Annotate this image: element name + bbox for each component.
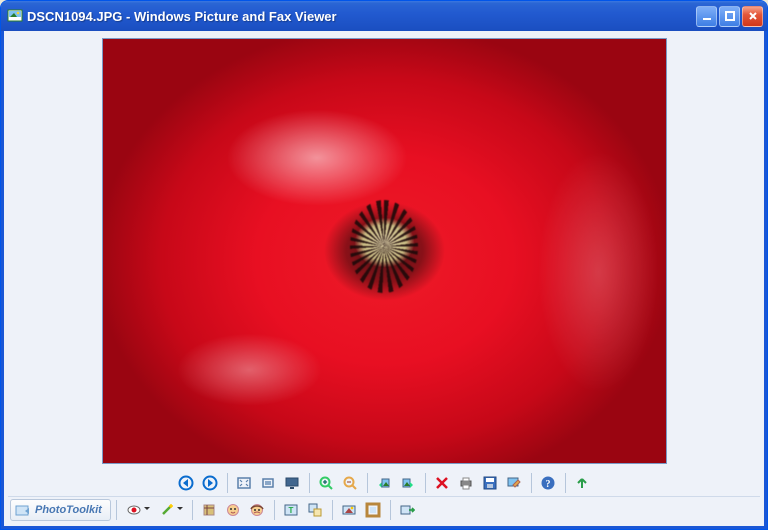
next-image-button[interactable] (199, 472, 222, 495)
separator (274, 500, 275, 520)
prev-icon (178, 475, 194, 491)
actual-size-button[interactable] (257, 472, 280, 495)
frame-icon (365, 502, 381, 518)
image-viewport[interactable] (8, 35, 760, 466)
image-frame (102, 38, 667, 464)
autofix-button[interactable] (155, 498, 187, 521)
separator (531, 473, 532, 493)
next-icon (202, 475, 218, 491)
best-fit-button[interactable] (233, 472, 256, 495)
help-button[interactable]: ? (537, 472, 560, 495)
svg-text:T: T (289, 506, 294, 515)
edit-button[interactable] (503, 472, 526, 495)
actual-size-icon (260, 475, 276, 491)
print-icon (458, 475, 474, 491)
help-icon: ? (540, 475, 556, 491)
title-appname: Windows Picture and Fax Viewer (134, 9, 337, 24)
rotate-cw-icon (400, 475, 416, 491)
rotate-ccw-button[interactable] (373, 472, 396, 495)
save-button[interactable] (479, 472, 502, 495)
separator (390, 500, 391, 520)
titlebar[interactable]: DSCN1094.JPG - Windows Picture and Fax V… (1, 1, 767, 31)
resize-icon (307, 502, 323, 518)
window-title: DSCN1094.JPG - Windows Picture and Fax V… (27, 9, 696, 24)
delete-icon (435, 476, 449, 490)
slideshow-icon (284, 475, 300, 491)
resize-button[interactable] (304, 498, 327, 521)
wand-icon (159, 502, 175, 518)
title-sep: - (122, 9, 134, 24)
slideshow-button[interactable] (281, 472, 304, 495)
separator (425, 473, 426, 493)
effects-icon (341, 502, 357, 518)
main-toolbar: ? (8, 466, 760, 496)
caricature-button[interactable] (246, 498, 269, 521)
export-icon (399, 502, 415, 518)
separator (367, 473, 368, 493)
rotate-cw-button[interactable] (397, 472, 420, 495)
brand-label: PhotoToolkit (35, 504, 102, 516)
separator (332, 500, 333, 520)
text-icon: T (283, 502, 299, 518)
zoom-in-button[interactable] (315, 472, 338, 495)
content-area: ? PhotoToolkit (1, 31, 767, 529)
separator (565, 473, 566, 493)
rotate-ccw-icon (376, 475, 392, 491)
separator (227, 473, 228, 493)
redeye-button[interactable] (122, 498, 154, 521)
effects-button[interactable] (338, 498, 361, 521)
edit-icon (506, 475, 522, 491)
previous-image-button[interactable] (175, 472, 198, 495)
maximize-button[interactable] (719, 6, 740, 27)
separator (192, 500, 193, 520)
window-controls (696, 6, 763, 27)
plugin-toolbar: PhotoToolkit T (8, 496, 760, 524)
svg-text:?: ? (546, 479, 551, 490)
crop-icon (201, 502, 217, 518)
zoom-out-button[interactable] (339, 472, 362, 495)
brand-icon (15, 503, 31, 517)
zoom-out-icon (342, 475, 358, 491)
title-filename: DSCN1094.JPG (27, 9, 122, 24)
best-fit-icon (236, 475, 252, 491)
phototoolkit-brand[interactable]: PhotoToolkit (10, 499, 111, 521)
up-arrow-icon (575, 476, 589, 490)
face-icon (225, 502, 241, 518)
close-button[interactable] (742, 6, 763, 27)
frame-button[interactable] (362, 498, 385, 521)
addtext-button[interactable]: T (280, 498, 303, 521)
eye-icon (126, 502, 142, 518)
close-toolbar-button[interactable] (571, 472, 594, 495)
separator (309, 473, 310, 493)
crop-button[interactable] (198, 498, 221, 521)
displayed-image (103, 39, 666, 463)
minimize-button[interactable] (696, 6, 717, 27)
export-button[interactable] (396, 498, 419, 521)
print-button[interactable] (455, 472, 478, 495)
portrait-button[interactable] (222, 498, 245, 521)
delete-button[interactable] (431, 472, 454, 495)
zoom-in-icon (318, 475, 334, 491)
separator (116, 500, 117, 520)
window: DSCN1094.JPG - Windows Picture and Fax V… (0, 0, 768, 530)
app-icon (7, 8, 23, 24)
caricature-icon (249, 502, 265, 518)
save-icon (482, 475, 498, 491)
